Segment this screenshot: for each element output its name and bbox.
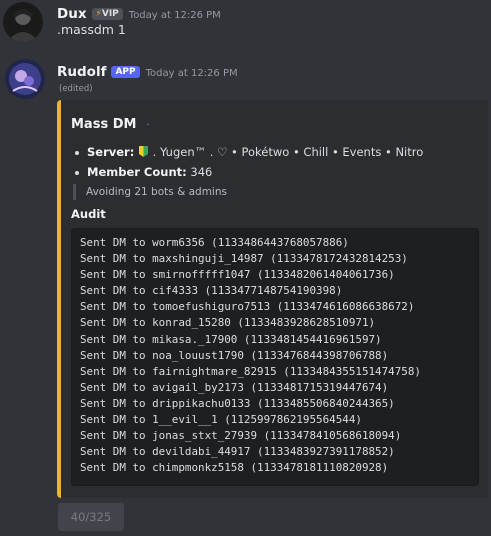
audit-line: Sent DM to worm6356 (1133486443768057886… [80, 236, 349, 249]
avatar-rudolf[interactable] [5, 59, 45, 99]
app-badge: APP [111, 66, 140, 78]
title-suffix: · [146, 120, 150, 131]
page-counter-button[interactable]: 40/325 [58, 503, 124, 531]
audit-line: Sent DM to fairnightmare_82915 (11334843… [80, 364, 421, 378]
embed-fields: Server: . Yugen™ . ♡ • Pokétwo • Chill •… [73, 145, 423, 185]
timestamp: Today at 12:26 PM [145, 68, 238, 79]
audit-line: Sent DM to cif4333 (1133477148754190398) [80, 284, 343, 298]
audit-line: Sent DM to noa_louust1790 (1133476844398… [80, 348, 389, 362]
username-dux[interactable]: Dux [57, 6, 87, 22]
audit-line: Sent DM to mikasa._17900 (11334814544169… [80, 332, 382, 346]
blockquote-note: Avoiding 21 bots & admins [73, 184, 227, 200]
member-count-field: Member Count: 346 [73, 165, 423, 181]
embed: Mass DM · Server: . Yugen™ . ♡ • Pokétwo … [57, 100, 488, 498]
message-content: .massdm 1 [57, 22, 126, 37]
member-count-label: Member Count: [87, 165, 187, 179]
edited-label: (edited) [59, 84, 93, 94]
server-value: . Yugen™ . ♡ • Pokétwo • Chill • Events … [152, 145, 424, 159]
audit-line: Sent DM to drippikachu0133 (113348550684… [80, 396, 395, 410]
server-field: Server: . Yugen™ . ♡ • Pokétwo • Chill •… [73, 145, 423, 161]
audit-line: Sent DM to maxshinguji_14987 (1133478172… [80, 252, 408, 266]
audit-line: Sent DM to smirnofffff1047 (113348206140… [80, 268, 395, 282]
server-label: Server: [87, 145, 135, 159]
message-dux: Dux ⚡VIP Today at 12:26 PM .massdm 1 [0, 0, 491, 50]
message-rudolf: Rudolf APP Today at 12:26 PM (edited) [0, 55, 491, 99]
audit-line: Sent DM to jonas_stxt_27939 (11334784105… [80, 429, 402, 443]
timestamp: Today at 12:26 PM [128, 10, 221, 21]
member-count-value: 346 [190, 165, 213, 179]
embed-title: Mass DM · [71, 117, 150, 132]
audit-line: Sent DM to 1__evil__1 (11259978621955645… [80, 413, 362, 427]
username-rudolf[interactable]: Rudolf [57, 64, 106, 80]
audit-line: Sent DM to avigail_by2173 (1133481715319… [80, 380, 389, 394]
audit-line: Sent DM to tomoefushiguro7513 (113347461… [80, 300, 415, 314]
audit-line: Sent DM to devildabi_44917 (113348392739… [80, 445, 395, 459]
avatar-dux[interactable] [3, 2, 43, 42]
beginner-icon [138, 146, 149, 157]
audit-line: Sent DM to konrad_15280 (113348392862851… [80, 316, 376, 330]
audit-heading: Audit [71, 207, 106, 221]
vip-badge: ⚡VIP [91, 8, 123, 20]
audit-code-block: Sent DM to worm6356 (1133486443768057886… [71, 228, 479, 486]
audit-line: Sent DM to chimpmonkz5158 (1133478181110… [80, 461, 389, 475]
